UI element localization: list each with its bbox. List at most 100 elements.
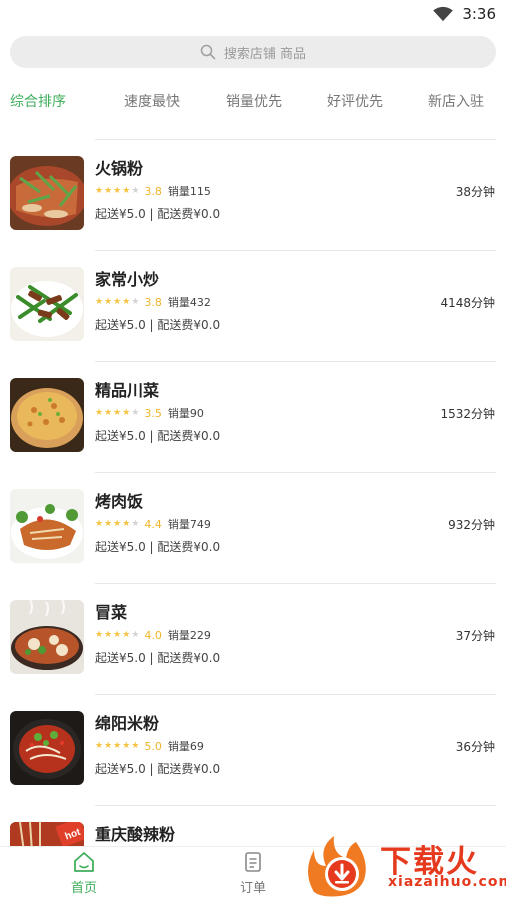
delivery-time: 38分钟 [455, 185, 495, 199]
shop-name: 绵阳米粉 [95, 714, 160, 733]
sales-count: 销量69 [167, 740, 204, 753]
star-icon: ★ [104, 740, 113, 751]
rating-stars: ★ ★ ★ ★ ★ [95, 185, 140, 196]
shop-item[interactable]: 精品川菜 ★ ★ ★ ★ ★ 3.5 销量90 1532分钟起送¥5.0 | 配送费¥0.0 [0, 373, 506, 484]
shop-item[interactable]: 烤肉饭 ★ ★ ★ ★ ★ 4.4 销量749 932分钟 起送¥5.0 | 配送费¥0.0 [0, 484, 506, 595]
order-icon [245, 852, 261, 872]
rating-value: 4.0 [144, 628, 162, 642]
star-icon: ★ [131, 629, 140, 640]
rating-value: 5.0 [144, 739, 162, 753]
nav-home[interactable]: 首页 [44, 851, 124, 896]
divider [95, 472, 496, 473]
star-icon: ★ [122, 185, 131, 196]
star-icon: ★ [95, 629, 104, 640]
star-icon: ★ [113, 518, 122, 529]
shop-name: 精品川菜 [95, 381, 160, 400]
rating-stars: ★ ★ ★ ★ ★ [95, 629, 140, 640]
delivery-time: 4148分钟 [440, 296, 495, 310]
shop-item[interactable]: 绵阳米粉 ★ ★ ★ ★ ★ 5.0 销量69 36分钟 起送¥5.0 | 配送费¥0.0 [0, 706, 506, 817]
star-icon: ★ [122, 407, 131, 418]
star-icon: ★ [104, 407, 113, 418]
divider [95, 361, 496, 362]
rating-stars: ★ ★ ★ ★ ★ [95, 407, 140, 418]
nav-home-label: 首页 [70, 881, 97, 896]
star-icon: ★ [131, 185, 140, 196]
sales-count: 销量90 [167, 407, 204, 420]
sort-tab-new-shops[interactable]: 新店入驻 [428, 91, 484, 111]
home-icon [74, 852, 94, 872]
star-icon: ★ [95, 518, 104, 529]
star-icon: ★ [122, 629, 131, 640]
delivery-fees: 起送¥5.0 | 配送费¥0.0 [95, 429, 221, 443]
delivery-fees: 起送¥5.0 | 配送费¥0.0 [95, 762, 221, 776]
star-icon: ★ [104, 629, 113, 640]
delivery-fees: 起送¥5.0 | 配送费¥0.0 [95, 540, 221, 554]
search-placeholder: 搜索店铺 商品 [223, 46, 307, 62]
shop-name: 烤肉饭 [95, 492, 144, 511]
star-icon: ★ [122, 740, 131, 751]
shop-meta: ★ ★ ★ ★ ★ 3.5 销量90 [95, 405, 204, 421]
shop-name: 火锅粉 [95, 159, 144, 178]
rating-stars: ★ ★ ★ ★ ★ [95, 296, 140, 307]
delivery-time: 1532分钟 [440, 407, 495, 421]
star-icon: ★ [113, 296, 122, 307]
star-icon: ★ [113, 407, 122, 418]
star-icon: ★ [122, 296, 131, 307]
delivery-fees: 起送¥5.0 | 配送费¥0.0 [95, 207, 221, 221]
rating-stars: ★ ★ ★ ★ ★ [95, 518, 140, 529]
star-icon: ★ [131, 407, 140, 418]
shop-thumbnail [10, 600, 84, 674]
star-icon: ★ [131, 518, 140, 529]
star-icon: ★ [104, 296, 113, 307]
shop-item[interactable]: 冒菜 ★ ★ ★ ★ ★ 4.0 销量229 37分钟 起送¥5.0 | 配送费¥0.0 [0, 595, 506, 706]
shop-thumbnail [10, 378, 84, 452]
rating-stars: ★ ★ ★ ★ ★ [95, 740, 140, 751]
star-icon: ★ [131, 740, 140, 751]
divider [95, 694, 496, 695]
divider [95, 583, 496, 584]
shop-name: 家常小炒 [95, 270, 160, 289]
status-time: 3:36 [462, 5, 496, 23]
delivery-fees: 起送¥5.0 | 配送费¥0.0 [95, 318, 221, 332]
shop-meta: ★ ★ ★ ★ ★ 3.8 销量432 [95, 294, 211, 310]
watermark-subtitle: xiazaihuo.com [388, 874, 506, 890]
wifi-icon [433, 6, 454, 22]
star-icon: ★ [122, 518, 131, 529]
star-icon: ★ [113, 185, 122, 196]
nav-orders[interactable]: 订单 [213, 851, 293, 896]
star-icon: ★ [104, 185, 113, 196]
shop-item[interactable]: 家常小炒 ★ ★ ★ ★ ★ 3.8 销量432 4148分钟起送¥5.0 | 配送费¥0.0 [0, 262, 506, 373]
delivery-time: 36分钟 [455, 740, 495, 754]
star-icon: ★ [95, 296, 104, 307]
star-icon: ★ [131, 296, 140, 307]
search-icon [200, 44, 216, 60]
delivery-time: 932分钟 [448, 518, 495, 532]
sort-tab-speed[interactable]: 速度最快 [124, 91, 180, 111]
divider [95, 250, 496, 251]
shop-item[interactable]: 火锅粉 ★ ★ ★ ★ ★ 3.8 销量115 38分钟 起送¥5.0 | 配送费¥0.0 [0, 151, 506, 262]
sort-tab-comprehensive[interactable]: 综合排序 [10, 91, 66, 111]
shop-meta: ★ ★ ★ ★ ★ 4.0 销量229 [95, 627, 211, 643]
rating-value: 3.8 [144, 184, 162, 198]
star-icon: ★ [104, 518, 113, 529]
shop-meta: ★ ★ ★ ★ ★ 5.0 销量69 [95, 738, 204, 754]
rating-value: 4.4 [144, 517, 162, 531]
divider [95, 805, 496, 806]
sort-tab-rating[interactable]: 好评优先 [327, 91, 383, 111]
star-icon: ★ [113, 740, 122, 751]
shop-thumbnail [10, 489, 84, 563]
sort-tab-sales[interactable]: 销量优先 [226, 91, 282, 111]
star-icon: ★ [95, 740, 104, 751]
shop-thumbnail [10, 267, 84, 341]
star-icon: ★ [95, 185, 104, 196]
shop-meta: ★ ★ ★ ★ ★ 3.8 销量115 [95, 183, 211, 199]
flame-logo-icon [308, 836, 366, 897]
shop-meta: ★ ★ ★ ★ ★ 4.4 销量749 [95, 516, 211, 532]
star-icon: ★ [95, 407, 104, 418]
star-icon: ★ [113, 629, 122, 640]
delivery-time: 37分钟 [455, 629, 495, 643]
sort-bar: 综合排序 速度最快 销量优先 好评优先 新店入驻 [0, 86, 506, 116]
watermark: 下载火 xiazaihuo.com [300, 832, 506, 898]
search-bar[interactable]: 搜索店铺 商品 [10, 36, 496, 68]
shop-thumbnail [10, 156, 84, 230]
